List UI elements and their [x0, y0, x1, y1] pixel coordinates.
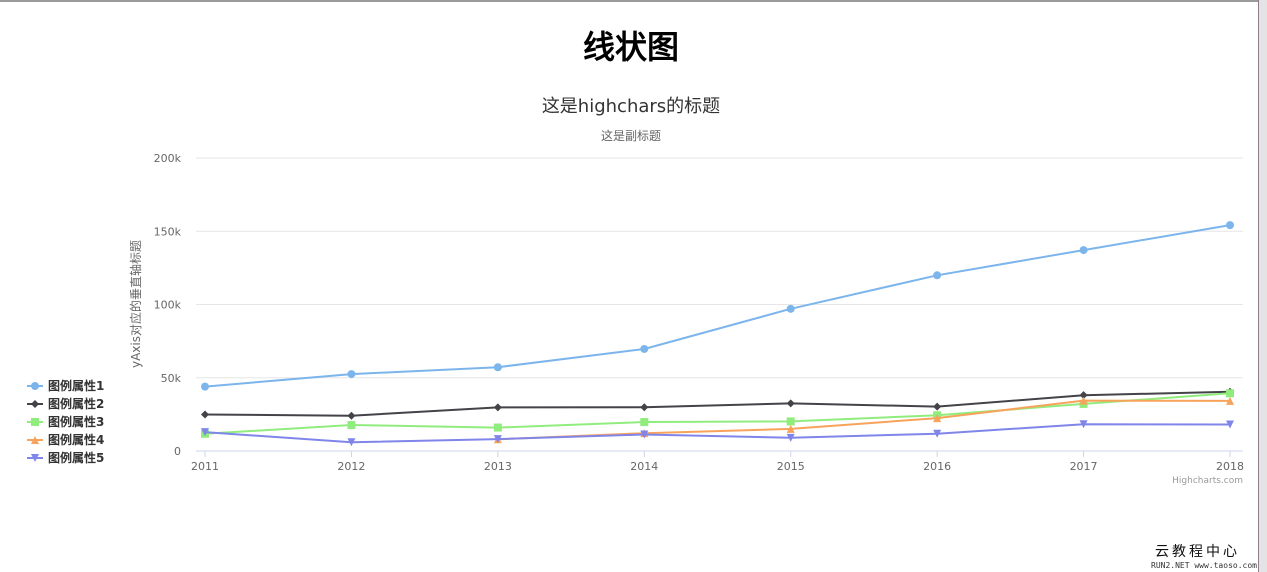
- legend-item-4[interactable]: 图例属性4: [27, 432, 104, 447]
- series-1: [201, 221, 1234, 391]
- watermark-text: 云教程中心: [1155, 544, 1240, 560]
- series-layer: [201, 221, 1234, 447]
- chart-subtitle: 这是副标题: [601, 128, 661, 143]
- data-point: [640, 344, 649, 353]
- y-tick-label: 200k: [154, 152, 182, 165]
- data-point: [493, 363, 502, 372]
- legend-symbol: [31, 382, 39, 390]
- data-point: [786, 399, 795, 408]
- legend-item-3[interactable]: 图例属性3: [27, 414, 104, 429]
- legend-label: 图例属性3: [48, 414, 104, 429]
- y-tick-label: 0: [174, 445, 181, 458]
- legend-item-2[interactable]: 图例属性2: [27, 396, 104, 411]
- highcharts-credit-link[interactable]: Highcharts.com: [1172, 476, 1243, 486]
- line-chart: 2011 2012 2013 2014 2015 2016 2017 2018 0 50k 100…: [27, 96, 1244, 486]
- series-line: [204, 224, 1231, 388]
- x-tick-label: 2013: [484, 460, 512, 473]
- legend-label: 图例属性2: [48, 396, 104, 411]
- chart-title: 这是highchars的标题: [542, 96, 720, 117]
- data-point: [933, 402, 942, 411]
- legend-symbol: [31, 418, 39, 426]
- data-point: [201, 382, 209, 391]
- x-tick-label: 2016: [923, 460, 951, 473]
- series-line: [204, 392, 1231, 435]
- legend-label: 图例属性1: [48, 378, 104, 393]
- y-tick-label: 100k: [154, 299, 182, 312]
- x-tick-label: 2011: [191, 460, 219, 473]
- data-point: [347, 370, 356, 379]
- data-point: [640, 418, 649, 427]
- legend-symbol: [31, 400, 39, 408]
- legend[interactable]: 图例属性1 图例属性2 图例属性3 图例属性4 图例属性5: [27, 378, 104, 465]
- data-point: [347, 411, 356, 420]
- data-point: [786, 417, 795, 426]
- y-tick-label: 50k: [161, 372, 182, 385]
- data-point: [786, 304, 795, 313]
- data-point: [493, 403, 502, 412]
- y-axis-title: yAxis对应的垂直轴标题: [128, 240, 143, 368]
- x-tick-label: 2018: [1216, 460, 1244, 473]
- data-point: [640, 403, 649, 412]
- x-tick-label: 2014: [630, 460, 658, 473]
- legend-label: 图例属性4: [48, 432, 104, 447]
- data-point: [1079, 246, 1088, 255]
- x-tick-label: 2012: [337, 460, 365, 473]
- series-line: [204, 423, 1231, 444]
- data-point: [201, 410, 209, 419]
- data-point: [933, 271, 942, 280]
- x-tick-label: 2015: [777, 460, 805, 473]
- legend-item-5[interactable]: 图例属性5: [27, 450, 104, 465]
- legend-label: 图例属性5: [48, 450, 104, 465]
- y-tick-label: 150k: [154, 225, 182, 238]
- data-point: [1226, 389, 1234, 398]
- window-scrollbar-track[interactable]: [1259, 0, 1267, 572]
- x-axis: 2011 2012 2013 2014 2015 2016 2017 2018: [191, 450, 1244, 473]
- data-point: [1226, 221, 1234, 230]
- data-point: [347, 421, 356, 430]
- grid-lines: [196, 157, 1243, 379]
- legend-item-1[interactable]: 图例属性1: [27, 378, 104, 393]
- watermark-url: RUN2.NET www.taoso.com: [1151, 561, 1257, 570]
- data-point: [493, 423, 502, 432]
- x-tick-label: 2017: [1070, 460, 1098, 473]
- y-axis: 0 50k 100k 150k 200k: [154, 152, 182, 458]
